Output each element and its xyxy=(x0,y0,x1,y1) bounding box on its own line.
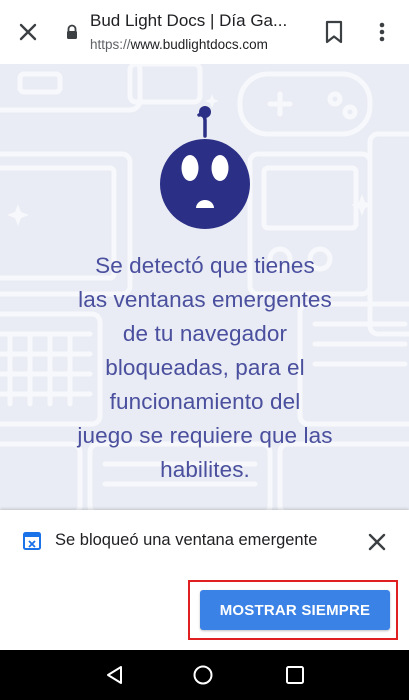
close-icon[interactable] xyxy=(14,18,42,46)
url-scheme: https:// xyxy=(90,37,131,52)
popup-blocked-infobar: Se bloqueó una ventana emergente MOSTRAR… xyxy=(0,510,409,650)
always-show-button[interactable]: MOSTRAR SIEMPRE xyxy=(200,590,390,630)
message-line: bloqueadas, para el xyxy=(105,355,305,380)
message-line: habilites. xyxy=(160,457,250,482)
page-title[interactable]: Bud Light Docs | Día Ga... xyxy=(90,11,305,31)
close-icon[interactable] xyxy=(364,529,390,555)
popup-blocked-icon xyxy=(23,532,41,550)
back-icon[interactable] xyxy=(104,664,126,686)
message-line: Se detectó que tienes xyxy=(95,253,315,278)
infobar-message: Se bloqueó una ventana emergente xyxy=(55,531,318,549)
message-line: de tu navegador xyxy=(122,321,288,346)
url-host: www.budlightdocs.com xyxy=(130,37,268,52)
message-line: las ventanas emergentes xyxy=(78,287,332,312)
message-line: juego se requiere que las xyxy=(77,423,333,448)
popup-blocked-message: Se detectó que tienes las ventanas emerg… xyxy=(40,249,370,487)
recents-icon[interactable] xyxy=(285,665,305,685)
sad-robot-icon xyxy=(160,106,250,229)
more-vert-icon[interactable] xyxy=(372,20,392,44)
system-navigation-bar xyxy=(0,650,409,700)
bookmark-icon[interactable] xyxy=(322,19,346,45)
home-icon[interactable] xyxy=(192,664,214,686)
browser-toolbar: Bud Light Docs | Día Ga... https://www.b… xyxy=(0,0,409,64)
lock-icon xyxy=(67,24,77,39)
web-content: Se detectó que tienes las ventanas emerg… xyxy=(0,64,409,510)
url-bar[interactable]: https://www.budlightdocs.com xyxy=(90,37,310,52)
message-line: funcionamiento del xyxy=(109,389,301,414)
